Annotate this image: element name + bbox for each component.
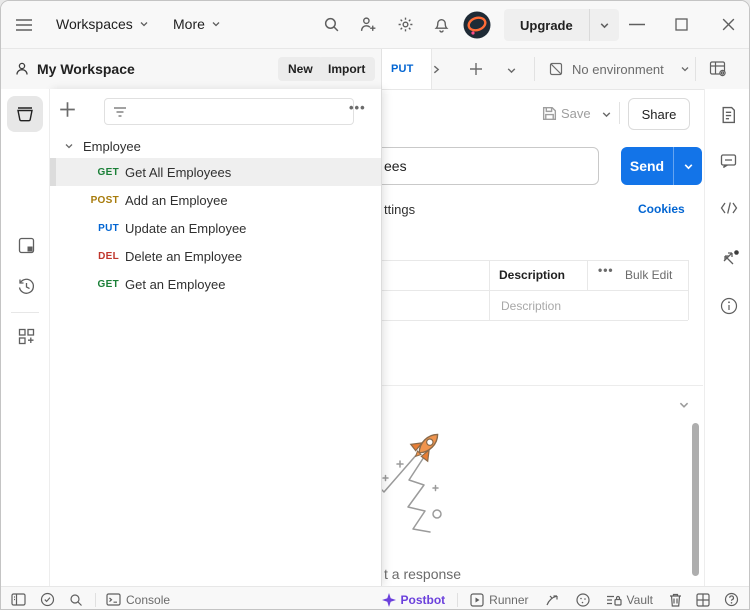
collections-icon	[15, 104, 35, 124]
more-menu[interactable]: More	[173, 16, 221, 32]
settings-gear-icon[interactable]	[397, 16, 414, 33]
new-button[interactable]: New	[278, 57, 323, 81]
save-icon	[541, 105, 558, 122]
window-maximize-button[interactable]	[675, 18, 688, 31]
related-requests-icon[interactable]	[720, 249, 740, 267]
sidebar-item-collections[interactable]	[7, 96, 43, 132]
documentation-icon[interactable]	[720, 106, 737, 124]
avatar[interactable]	[463, 11, 491, 39]
rocket-illustration	[373, 429, 469, 545]
environment-selector-label: No environment	[572, 62, 664, 77]
sidebar-item-more-blocks[interactable]	[17, 327, 36, 346]
console-button[interactable]: Console	[106, 593, 170, 607]
capture-requests-icon[interactable]	[545, 593, 560, 607]
trash-icon[interactable]	[669, 593, 682, 607]
collection-employee[interactable]: Employee	[49, 133, 396, 159]
hamburger-menu-icon[interactable]	[15, 18, 33, 32]
save-button[interactable]: Save	[561, 106, 591, 121]
chevron-down-icon	[139, 19, 149, 29]
status-ok-icon[interactable]	[40, 592, 55, 607]
left-icon-rail	[1, 89, 50, 586]
environments-icon	[17, 236, 36, 255]
import-button[interactable]: Import	[318, 57, 375, 81]
chevron-down-icon	[64, 141, 74, 151]
environment-quick-look-icon[interactable]	[709, 60, 728, 78]
invite-user-icon[interactable]	[360, 16, 377, 33]
no-environment-icon	[548, 61, 564, 77]
sidebar-more-actions-icon[interactable]: •••	[349, 100, 366, 115]
cookies-jar-icon[interactable]	[576, 593, 590, 607]
add-collection-plus-icon[interactable]	[59, 101, 76, 118]
statusbar: Console Postbot Runner Vault	[1, 586, 750, 610]
console-icon	[106, 593, 121, 606]
tab-options-chevron-icon[interactable]	[506, 65, 517, 76]
collection-name: Employee	[83, 139, 141, 154]
request-item[interactable]: POST Add an Employee	[49, 186, 381, 214]
sidebar-item-history[interactable]	[17, 277, 36, 296]
runner-button[interactable]: Runner	[470, 593, 528, 607]
description-column-header: Description	[499, 268, 565, 282]
tab-settings[interactable]: ttings	[384, 202, 415, 217]
cookies-link[interactable]: Cookies	[638, 202, 685, 216]
request-item[interactable]: GET Get All Employees	[49, 158, 381, 186]
workspace-name[interactable]: My Workspace	[37, 61, 135, 77]
request-item[interactable]: PUT Update an Employee	[49, 214, 381, 242]
workspace-icon	[14, 61, 30, 77]
send-button[interactable]: Send	[621, 147, 702, 185]
help-icon[interactable]	[724, 592, 739, 607]
workspace-and-tab-band: My Workspace New Import PUT No environme…	[1, 49, 750, 90]
request-item[interactable]: DEL Delete an Employee	[49, 242, 381, 270]
postbot-icon	[382, 593, 396, 607]
code-snippet-icon[interactable]	[720, 201, 738, 215]
response-scrollbar[interactable]	[692, 423, 699, 576]
environment-selector[interactable]: No environment	[548, 61, 690, 77]
response-hint-text: t a response	[384, 566, 461, 582]
scroll-tabs-right-icon[interactable]	[431, 64, 441, 75]
upgrade-chevron-icon[interactable]	[590, 9, 619, 41]
titlebar: Workspaces More Upgrade	[1, 1, 750, 49]
comments-icon[interactable]	[720, 153, 737, 169]
save-options-chevron-icon[interactable]	[601, 109, 612, 120]
blocks-add-icon	[17, 327, 36, 346]
send-button-label: Send	[621, 158, 673, 174]
collections-sidebar: ••• Employee GET Get All Employees POST …	[49, 89, 382, 586]
description-input[interactable]	[499, 298, 653, 314]
send-options-chevron-icon[interactable]	[674, 161, 702, 172]
sidebar-item-environments[interactable]	[17, 236, 36, 255]
url-input-text: ees	[384, 158, 407, 174]
toggle-sidebar-icon[interactable]	[11, 593, 26, 606]
window-minimize-button[interactable]	[628, 23, 646, 26]
chevron-down-icon	[680, 64, 690, 74]
bulk-edit-button[interactable]: Bulk Edit	[625, 268, 672, 282]
notifications-bell-icon[interactable]	[433, 16, 450, 33]
info-icon[interactable]	[720, 297, 738, 315]
workspaces-menu[interactable]: Workspaces	[56, 16, 149, 32]
right-icon-rail	[704, 89, 750, 586]
find-icon[interactable]	[69, 593, 83, 607]
runner-icon	[470, 593, 484, 607]
vault-icon	[606, 593, 622, 607]
share-button[interactable]: Share	[628, 98, 690, 130]
upgrade-button-group: Upgrade	[504, 9, 619, 41]
filter-icon	[113, 106, 127, 118]
postbot-button[interactable]: Postbot	[382, 593, 446, 607]
new-tab-plus-icon[interactable]	[469, 62, 483, 76]
collapse-response-chevron-icon[interactable]	[678, 399, 690, 411]
search-icon[interactable]	[323, 16, 340, 33]
window-close-button[interactable]	[721, 17, 736, 32]
upgrade-button[interactable]: Upgrade	[504, 9, 589, 41]
params-more-actions-icon[interactable]: •••	[598, 263, 614, 277]
chevron-down-icon	[211, 19, 221, 29]
vault-button[interactable]: Vault	[606, 593, 653, 607]
filter-input[interactable]	[104, 98, 354, 125]
save-share-divider	[619, 102, 620, 124]
history-icon	[17, 277, 36, 296]
split-panes-icon[interactable]	[696, 593, 710, 607]
postman-window: Save Share ees Send ttings Cookies Descr…	[0, 0, 750, 610]
request-item[interactable]: GET Get an Employee	[49, 270, 381, 298]
request-tab-put[interactable]: PUT	[382, 49, 432, 89]
